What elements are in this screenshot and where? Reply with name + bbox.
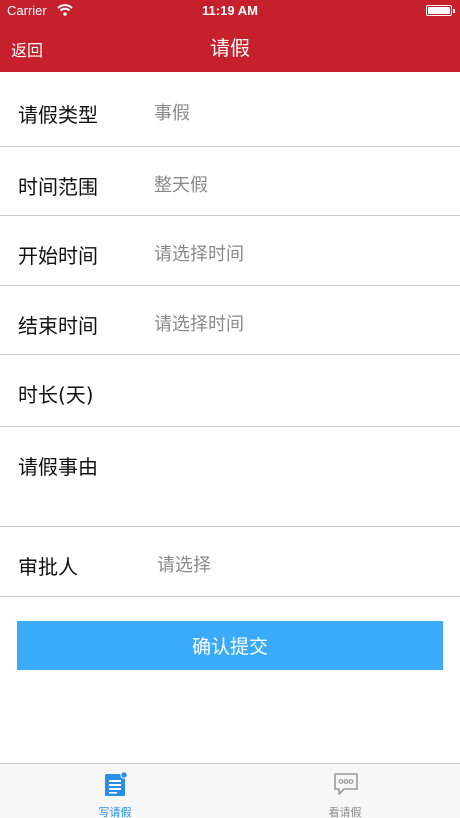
tab-bar: 写请假 看请假 [0,763,460,818]
reason-label: 请假事由 [18,455,98,479]
end-time-picker[interactable]: 请选择时间 [154,310,244,336]
leave-type-row[interactable]: 请假类型 事假 [0,72,460,147]
submit-button[interactable]: 确认提交 [17,621,443,670]
chat-bubble-icon [334,773,358,795]
time-range-value[interactable]: 整天假 [154,171,208,197]
start-time-label: 开始时间 [18,244,98,268]
tab-view-leave[interactable]: 看请假 [230,764,460,818]
status-bar: Carrier 11:19 AM [0,0,460,22]
time-range-row[interactable]: 时间范围 整天假 [0,147,460,216]
start-time-picker[interactable]: 请选择时间 [154,240,244,266]
tab-write-leave[interactable]: 写请假 [0,764,230,818]
time-range-label: 时间范围 [18,175,98,199]
end-time-label: 结束时间 [18,314,98,338]
approver-label: 审批人 [18,555,78,579]
battery-icon [426,5,455,16]
write-document-icon [105,771,128,796]
duration-row: 时长(天) [0,355,460,427]
navigation-bar: Carrier 11:19 AM 返回 请假 [0,0,460,72]
page-title: 请假 [210,36,250,60]
duration-label: 时长(天) [18,383,94,407]
end-time-row[interactable]: 结束时间 请选择时间 [0,286,460,355]
start-time-row[interactable]: 开始时间 请选择时间 [0,216,460,286]
leave-form: 请假类型 事假 时间范围 整天假 开始时间 请选择时间 结束时间 请选择时间 时… [0,72,460,597]
approver-picker[interactable]: 请选择 [157,551,211,577]
leave-type-value[interactable]: 事假 [154,99,190,125]
approver-row[interactable]: 审批人 请选择 [0,527,460,597]
reason-row[interactable]: 请假事由 [0,427,460,527]
tab-view-leave-label: 看请假 [328,806,362,818]
leave-type-label: 请假类型 [18,103,98,127]
status-time: 11:19 AM [202,3,258,18]
tab-write-leave-label: 写请假 [98,806,132,818]
